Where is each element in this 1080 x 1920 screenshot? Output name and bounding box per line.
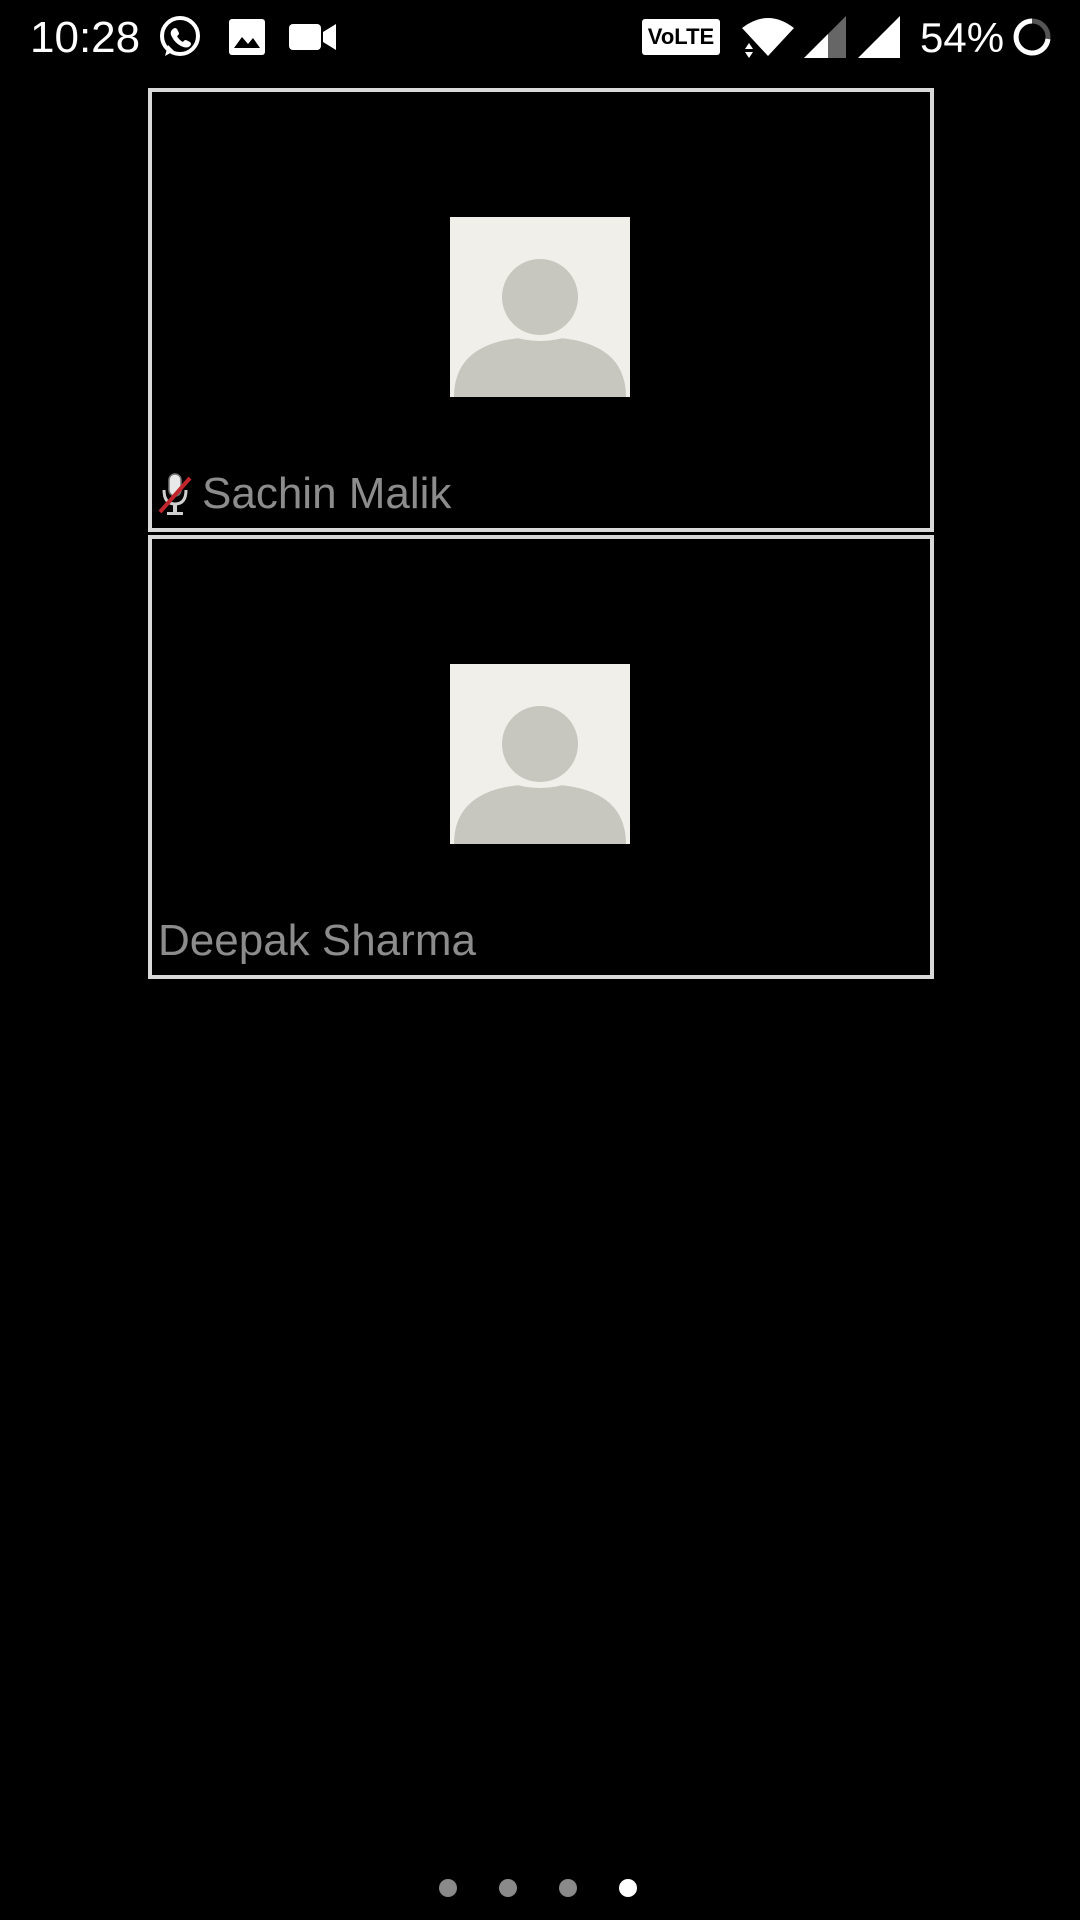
- person-silhouette-icon: [454, 706, 626, 844]
- page-dot[interactable]: [559, 1879, 577, 1897]
- page-indicator[interactable]: [0, 1876, 1080, 1900]
- battery-percent: 54%: [920, 14, 1005, 61]
- page-dot[interactable]: [439, 1879, 457, 1897]
- video-camera-icon: [289, 24, 336, 50]
- participant-tile[interactable]: Sachin Malik: [148, 88, 934, 532]
- person-silhouette-icon: [454, 259, 626, 397]
- participant-name: Deepak Sharma: [158, 916, 476, 965]
- status-time: 10:28: [30, 13, 141, 62]
- page-dot-active[interactable]: [619, 1879, 637, 1897]
- participant-name: Sachin Malik: [202, 469, 452, 518]
- avatar-placeholder: [450, 664, 630, 844]
- wifi-icon: [742, 18, 794, 58]
- battery-ring-icon: [1013, 18, 1051, 56]
- participant-label: Deepak Sharma: [158, 915, 476, 967]
- volte-badge: VoLTE: [642, 19, 720, 55]
- signal-icon: [804, 16, 846, 58]
- whatsapp-icon: [160, 16, 200, 56]
- status-bar: 10:28 VoLTE 54%: [0, 0, 1080, 75]
- participant-label: Sachin Malik: [158, 468, 451, 520]
- signal-full-icon: [858, 16, 900, 58]
- participant-tile[interactable]: Deepak Sharma: [148, 535, 934, 979]
- avatar-placeholder: [450, 217, 630, 397]
- image-icon: [229, 19, 265, 55]
- page-dot[interactable]: [499, 1879, 517, 1897]
- mic-muted-icon: [158, 473, 192, 515]
